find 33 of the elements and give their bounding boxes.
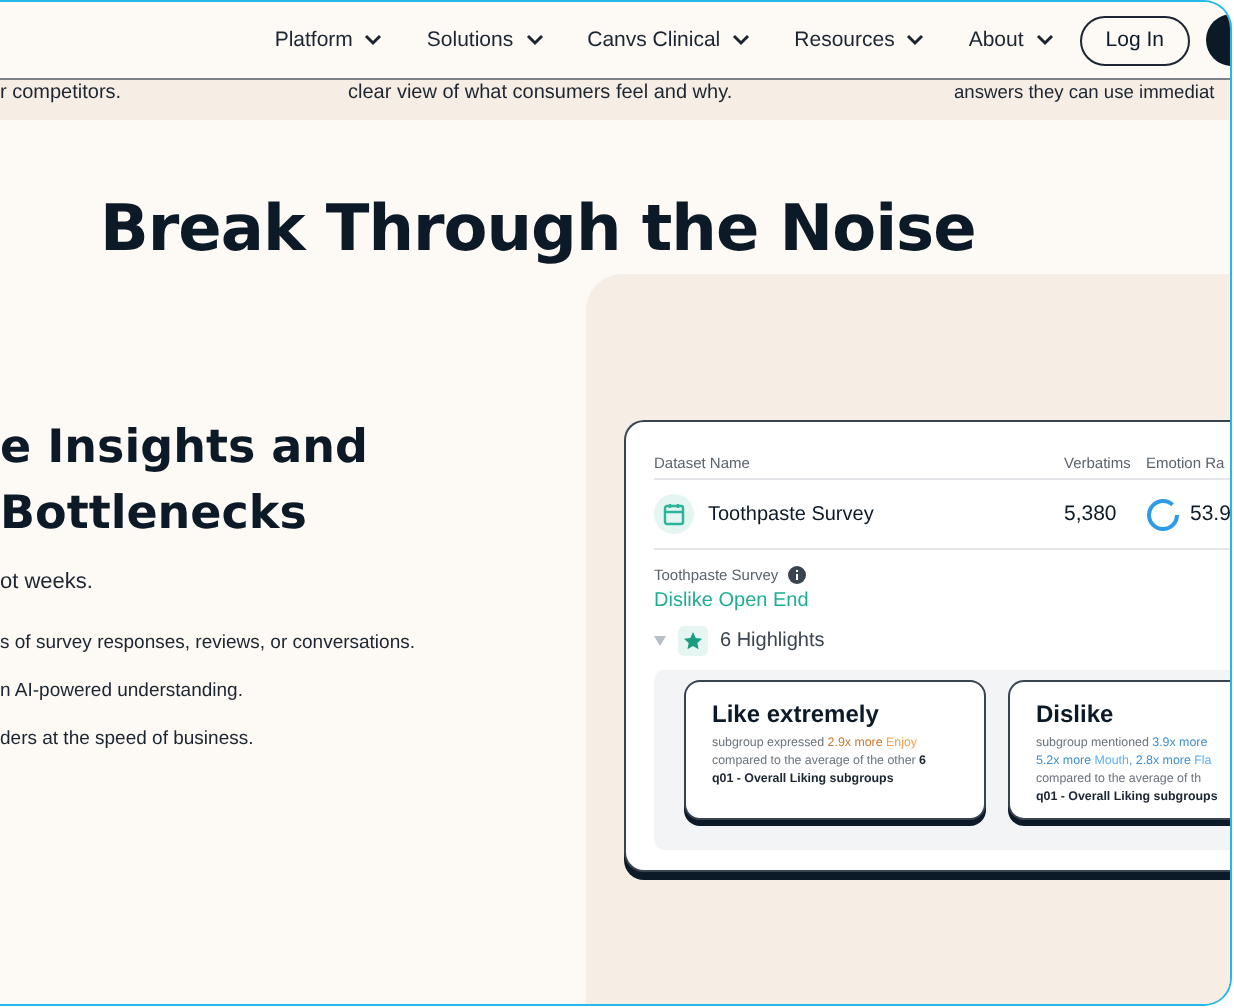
chevron-down-icon bbox=[906, 34, 925, 46]
page-headline: Break Through the Noise bbox=[100, 188, 978, 270]
ring-chart-icon bbox=[1146, 497, 1180, 531]
calendar-icon bbox=[654, 494, 694, 534]
chevron-down-icon bbox=[732, 34, 751, 46]
question-title: Dislike Open End bbox=[654, 590, 811, 612]
nav-menu-item[interactable]: Solutions bbox=[426, 28, 544, 52]
star-icon bbox=[678, 626, 708, 656]
insight-title: Like extremely bbox=[712, 700, 881, 728]
dataset-row[interactable]: Toothpaste Survey 5,380 53.9 bbox=[654, 480, 1230, 550]
nav-menu-item[interactable]: Resources bbox=[794, 28, 925, 52]
chevron-down-icon bbox=[525, 34, 544, 46]
dataset-name: Toothpaste Survey bbox=[708, 503, 876, 525]
chevron-down-icon bbox=[1035, 34, 1054, 46]
insight-title: Dislike bbox=[1036, 700, 1116, 728]
verbatim-count: 5,380 bbox=[1064, 502, 1119, 526]
feature-text: answers they can use immediat bbox=[954, 82, 1215, 102]
feature-point: ders at the speed of business. bbox=[0, 726, 256, 752]
section-heading: e Insights and Bottlenecks bbox=[0, 420, 370, 544]
emotion-rate: 53.9 bbox=[1190, 502, 1230, 526]
nav-menu-item[interactable]: Canvs Clinical bbox=[587, 28, 751, 52]
highlights-label[interactable]: 6 Highlights bbox=[720, 630, 825, 652]
nav-menu-item[interactable]: Platform bbox=[274, 28, 383, 52]
feature-text: r competitors. bbox=[0, 82, 122, 104]
intro-text: ot weeks. bbox=[0, 570, 95, 594]
nav-menu-item[interactable]: About bbox=[968, 28, 1054, 52]
feature-point: n AI-powered understanding. bbox=[0, 678, 245, 704]
info-icon[interactable] bbox=[788, 566, 807, 584]
collapse-toggle-icon[interactable] bbox=[654, 636, 666, 646]
feature-point: s of survey responses, reviews, or conversations. bbox=[0, 630, 418, 656]
chevron-down-icon bbox=[364, 34, 383, 46]
login-button[interactable]: Log In bbox=[1079, 15, 1190, 65]
feature-text: clear view of what consumers feel and why. bbox=[348, 82, 733, 104]
